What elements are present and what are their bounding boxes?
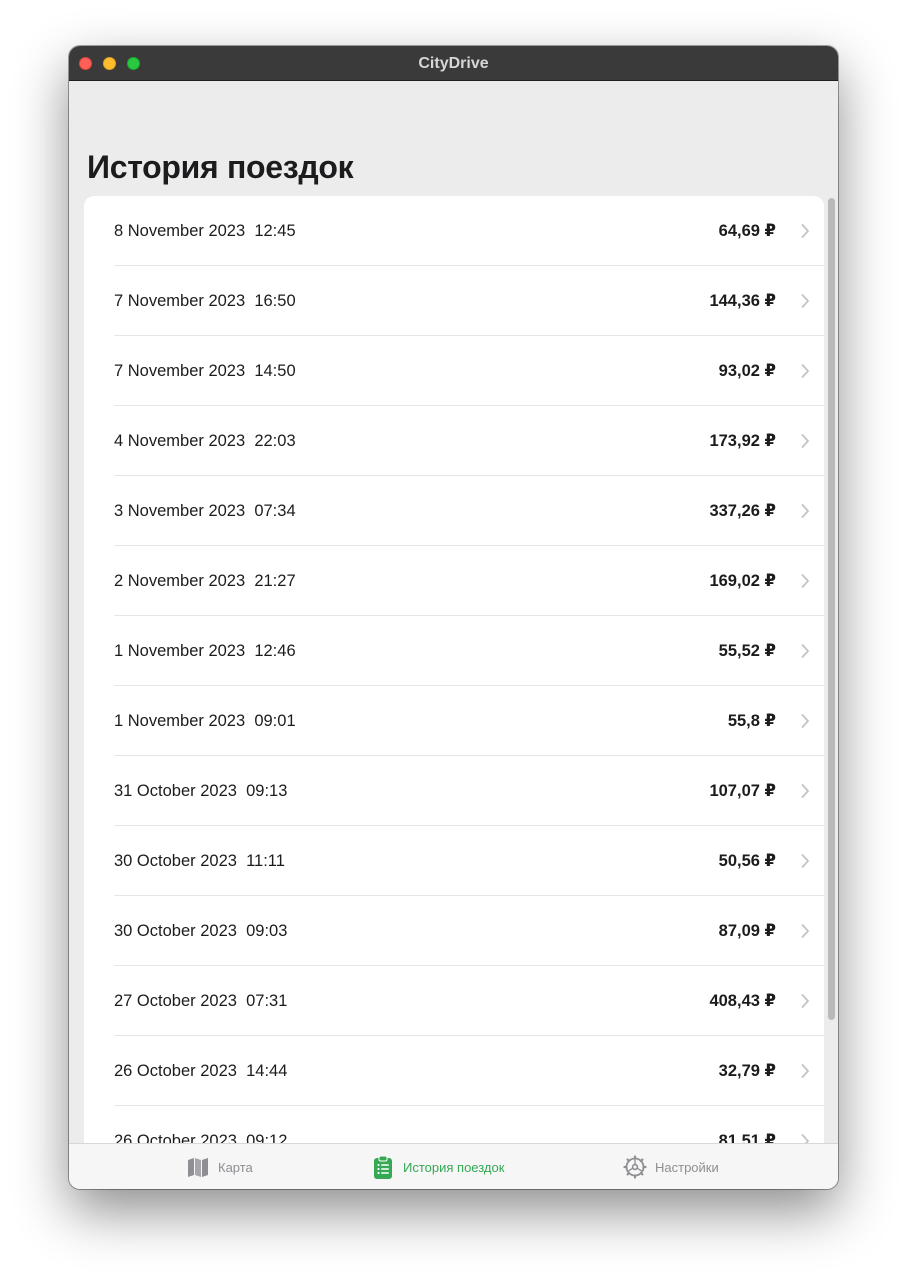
tab-settings[interactable]: Настройки <box>623 1144 719 1189</box>
trip-amount: 50,56 ₽ <box>718 852 776 870</box>
tab-map-label: Карта <box>218 1159 253 1175</box>
app-window: CityDrive История поездок 8 November 202… <box>69 46 838 1189</box>
chevron-right-icon <box>801 854 809 868</box>
trip-amount: 337,26 ₽ <box>709 502 776 520</box>
chevron-right-icon <box>801 994 809 1008</box>
trip-amount: 408,43 ₽ <box>709 992 776 1010</box>
tab-bar: Карта История поездок Настройки <box>69 1143 838 1189</box>
trip-amount: 93,02 ₽ <box>718 362 776 380</box>
tab-history[interactable]: История поездок <box>371 1144 504 1189</box>
scrollbar[interactable] <box>828 198 835 1020</box>
title-bar[interactable]: CityDrive <box>69 46 838 81</box>
chevron-right-icon <box>801 294 809 308</box>
chevron-right-icon <box>801 714 809 728</box>
trip-row[interactable]: 30 October 2023 11:11 50,56 ₽ <box>84 826 824 896</box>
trip-row[interactable]: 8 November 2023 12:45 64,69 ₽ <box>84 196 824 266</box>
tab-map[interactable]: Карта <box>186 1144 253 1189</box>
chevron-right-icon <box>801 1064 809 1078</box>
chevron-right-icon <box>801 784 809 798</box>
trip-date: 27 October 2023 07:31 <box>114 992 288 1010</box>
trip-row[interactable]: 26 October 2023 09:12 81,51 ₽ <box>84 1106 824 1144</box>
trip-row[interactable]: 27 October 2023 07:31 408,43 ₽ <box>84 966 824 1036</box>
trip-amount: 81,51 ₽ <box>718 1132 776 1144</box>
trip-date: 4 November 2023 22:03 <box>114 432 296 450</box>
trip-row[interactable]: 3 November 2023 07:34 337,26 ₽ <box>84 476 824 546</box>
trip-date: 30 October 2023 09:03 <box>114 922 288 940</box>
trip-row[interactable]: 31 October 2023 09:13 107,07 ₽ <box>84 756 824 826</box>
trip-date: 26 October 2023 09:12 <box>114 1132 288 1144</box>
window-title: CityDrive <box>418 55 489 72</box>
gear-icon <box>623 1155 647 1179</box>
trip-amount: 107,07 ₽ <box>709 782 776 800</box>
chevron-right-icon <box>801 924 809 938</box>
chevron-right-icon <box>801 574 809 588</box>
map-icon <box>188 1158 208 1177</box>
trip-amount: 32,79 ₽ <box>718 1062 776 1080</box>
trip-date: 3 November 2023 07:34 <box>114 502 296 520</box>
trip-amount: 64,69 ₽ <box>718 222 776 240</box>
trip-row[interactable]: 4 November 2023 22:03 173,92 ₽ <box>84 406 824 476</box>
chevron-right-icon <box>801 224 809 238</box>
trip-amount: 144,36 ₽ <box>709 292 776 310</box>
trip-amount: 169,02 ₽ <box>709 572 776 590</box>
trip-row[interactable]: 30 October 2023 09:03 87,09 ₽ <box>84 896 824 966</box>
trip-row[interactable]: 7 November 2023 16:50 144,36 ₽ <box>84 266 824 336</box>
trip-date: 1 November 2023 09:01 <box>114 712 296 730</box>
trip-row[interactable]: 1 November 2023 09:01 55,8 ₽ <box>84 686 824 756</box>
trip-amount: 173,92 ₽ <box>709 432 776 450</box>
chevron-right-icon <box>801 644 809 658</box>
trip-date: 8 November 2023 12:45 <box>114 222 296 240</box>
chevron-right-icon <box>801 434 809 448</box>
tab-history-label: История поездок <box>403 1159 505 1175</box>
trip-date: 31 October 2023 09:13 <box>114 782 288 800</box>
trip-list[interactable]: 8 November 2023 12:45 64,69 ₽ 7 November 2… <box>84 196 824 1144</box>
trip-amount: 55,52 ₽ <box>718 642 776 660</box>
trip-row[interactable]: 1 November 2023 12:46 55,52 ₽ <box>84 616 824 686</box>
page-title: История поездок <box>87 149 354 185</box>
trip-row[interactable]: 7 November 2023 14:50 93,02 ₽ <box>84 336 824 406</box>
trip-row[interactable]: 26 October 2023 14:44 32,79 ₽ <box>84 1036 824 1106</box>
trip-date: 2 November 2023 21:27 <box>114 572 296 590</box>
trip-date: 30 October 2023 11:11 <box>114 852 285 870</box>
trip-date: 1 November 2023 12:46 <box>114 642 296 660</box>
chevron-right-icon <box>801 364 809 378</box>
trip-row[interactable]: 2 November 2023 21:27 169,02 ₽ <box>84 546 824 616</box>
chevron-right-icon <box>801 504 809 518</box>
trip-amount: 87,09 ₽ <box>718 922 776 940</box>
clipboard-list-icon <box>374 1155 392 1179</box>
trip-date: 7 November 2023 16:50 <box>114 292 296 310</box>
tab-settings-label: Настройки <box>655 1159 719 1175</box>
trip-amount: 55,8 ₽ <box>727 712 776 730</box>
trip-date: 26 October 2023 14:44 <box>114 1062 288 1080</box>
trip-date: 7 November 2023 14:50 <box>114 362 296 380</box>
